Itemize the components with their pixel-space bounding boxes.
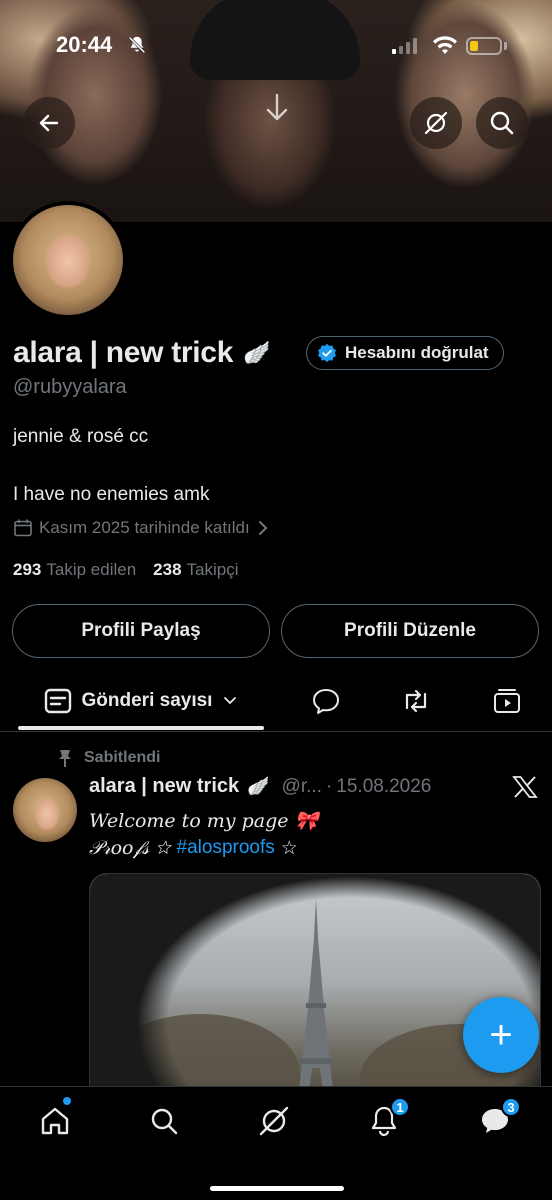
bell-muted-icon: [128, 36, 146, 54]
tab-replies[interactable]: [309, 684, 343, 718]
bottom-navigation: 1 3: [0, 1086, 552, 1200]
nav-grok[interactable]: [254, 1101, 294, 1141]
speech-bubble-icon: [313, 689, 339, 714]
post-proofs-text: 𝒫𝓇𝑜𝑜𝒻𝓈 ☆: [89, 837, 171, 859]
arrow-left-icon: [39, 114, 59, 132]
search-button[interactable]: [476, 97, 528, 149]
profile-handle: @rubyyalara: [13, 376, 127, 398]
post-wing-emoji: 🪽: [247, 776, 270, 796]
profile-tabs: Gönderi sayısı: [0, 670, 552, 732]
post-text-line-1: Welcome to my page 🎀: [89, 810, 319, 832]
bio-line-1: jennie & rosé cc: [13, 426, 149, 447]
back-button[interactable]: [23, 97, 75, 149]
search-icon: [151, 1108, 178, 1135]
repost-icon: [405, 689, 427, 713]
followers-count: 238: [153, 560, 182, 579]
avatar-image: [13, 205, 123, 315]
tab-posts[interactable]: Gönderi sayısı: [18, 670, 264, 732]
nav-search[interactable]: [144, 1101, 184, 1141]
cellular-signal-icon: [392, 38, 417, 54]
search-icon: [490, 111, 514, 135]
pinned-label: Sabitlendi: [84, 749, 161, 766]
profile-name-row: alara | new trick 🪽: [13, 336, 270, 370]
grok-icon: [424, 111, 448, 135]
verified-check-icon: [318, 343, 336, 363]
joined-date-row[interactable]: Kasım 2025 tarihinde katıldı: [13, 518, 270, 538]
home-indicator[interactable]: [210, 1186, 344, 1191]
following-count: 293: [13, 560, 42, 579]
post-author-handle: @r...: [281, 775, 322, 797]
chevron-down-icon: [224, 697, 237, 705]
active-tab-indicator: [18, 726, 264, 730]
post-media-image[interactable]: [89, 873, 541, 1113]
display-name: alara | new trick: [13, 336, 234, 369]
media-icon: [494, 689, 520, 713]
post-author-avatar[interactable]: [13, 778, 77, 842]
post-star-suffix: ☆: [280, 838, 298, 859]
verify-account-button[interactable]: Hesabını doğrulat: [306, 336, 504, 370]
status-time: 20:44: [56, 32, 113, 57]
compose-button[interactable]: +: [463, 997, 539, 1073]
tab-posts-label: Gönderi sayısı: [81, 690, 213, 711]
post-header: alara | new trick 🪽 @r... · 15.08.2026: [89, 775, 431, 798]
messages-badge: 3: [501, 1097, 521, 1117]
share-profile-button[interactable]: Profili Paylaş: [12, 604, 270, 658]
post-separator: ·: [325, 775, 333, 797]
followers-label: Takipçi: [186, 560, 239, 579]
battery-icon: [466, 37, 502, 55]
post-text-line-2: 𝒫𝓇𝑜𝑜𝒻𝓈 ☆ #alosproofs ☆: [89, 837, 298, 860]
grok-icon: [259, 1106, 289, 1136]
wifi-icon: [433, 36, 457, 54]
followers-link[interactable]: 238 Takipçi: [153, 560, 238, 580]
nav-home[interactable]: [35, 1101, 75, 1141]
post-hashtag[interactable]: #alosproofs: [177, 837, 275, 860]
verify-account-label: Hesabını doğrulat: [345, 343, 489, 362]
wing-emoji: 🪽: [243, 340, 271, 365]
follow-counts: 293 Takip edilen 238 Takipçi: [13, 560, 256, 580]
following-link[interactable]: 293 Takip edilen: [13, 560, 136, 580]
pin-icon: [59, 750, 71, 767]
profile-avatar[interactable]: [9, 201, 127, 319]
edit-profile-button[interactable]: Profili Düzenle: [281, 604, 539, 658]
calendar-icon: [14, 519, 32, 537]
arrow-down-icon[interactable]: [262, 92, 292, 126]
grok-button[interactable]: [410, 97, 462, 149]
post-date[interactable]: 15.08.2026: [336, 776, 431, 798]
posts-icon: [44, 688, 71, 714]
x-logo-icon: [512, 776, 538, 798]
joined-date-text: Kasım 2025 tarihinde katıldı: [39, 518, 250, 537]
post-author-name[interactable]: alara | new trick: [89, 775, 239, 798]
chevron-right-icon: [258, 521, 268, 535]
bio-line-2: I have no enemies amk: [13, 484, 210, 505]
compose-plus-icon: +: [489, 1013, 513, 1057]
pinned-indicator: Sabitlendi: [58, 748, 160, 768]
battery-tip: [504, 42, 507, 50]
home-new-dot: [63, 1097, 71, 1105]
tab-media[interactable]: [490, 684, 524, 718]
notifications-badge: 1: [390, 1097, 410, 1117]
home-icon: [41, 1107, 69, 1135]
media-window-frame: [90, 874, 540, 1112]
following-label: Takip edilen: [46, 560, 137, 579]
tab-reposts[interactable]: [399, 684, 433, 718]
status-bar: 20:44: [0, 0, 552, 90]
